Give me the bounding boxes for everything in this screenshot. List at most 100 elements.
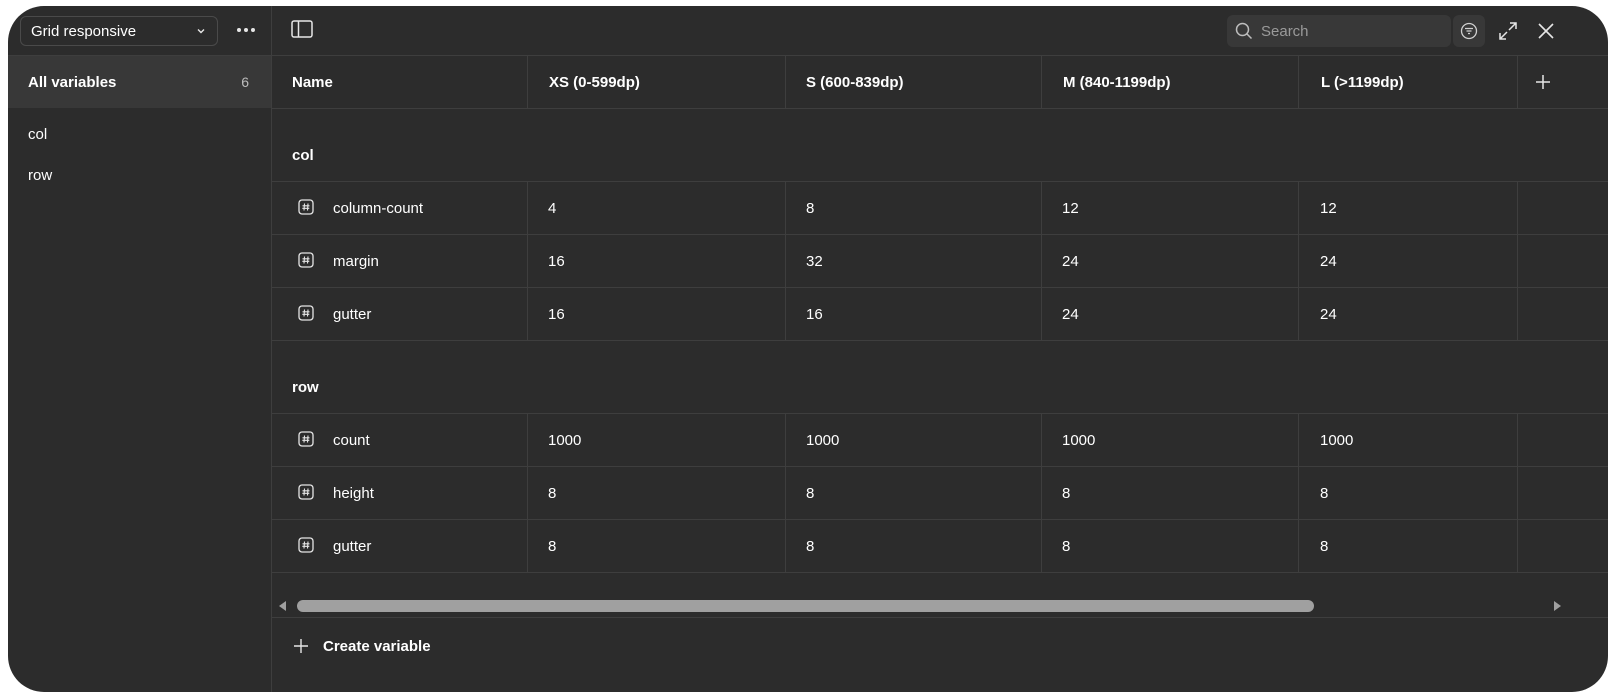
scroll-right-arrow-icon[interactable] <box>1553 600 1563 612</box>
sidebar-item-all-variables[interactable]: All variables 6 <box>8 56 271 108</box>
column-divider <box>1298 235 1299 287</box>
number-variable-icon <box>298 252 314 268</box>
number-variable-icon <box>298 305 314 321</box>
variable-value[interactable]: 24 <box>1320 235 1337 287</box>
scroll-left-arrow-icon[interactable] <box>277 600 287 612</box>
variable-value[interactable]: 1000 <box>1062 414 1095 466</box>
variable-value[interactable]: 8 <box>548 467 556 519</box>
variable-value[interactable]: 8 <box>806 182 814 234</box>
variable-value[interactable]: 8 <box>1320 467 1328 519</box>
filter-icon <box>1460 22 1478 40</box>
variable-value[interactable]: 1000 <box>548 414 581 466</box>
column-divider <box>527 414 528 466</box>
toolbar <box>271 6 1608 56</box>
variable-value[interactable]: 32 <box>806 235 823 287</box>
column-divider <box>1041 414 1042 466</box>
collection-name: Grid responsive <box>31 22 137 40</box>
group-header-row: row <box>271 341 1608 414</box>
chevron-down-icon <box>197 29 205 34</box>
search-input[interactable] <box>1259 21 1433 41</box>
sidebar-item-col[interactable]: col <box>28 126 47 143</box>
number-variable-icon <box>298 431 314 447</box>
scrollbar-thumb[interactable] <box>297 600 1314 612</box>
variable-value[interactable]: 16 <box>806 288 823 340</box>
column-divider <box>785 182 786 234</box>
table-header: Name XS (0-599dp) S (600-839dp) M (840-1… <box>271 56 1608 109</box>
collection-dropdown[interactable]: Grid responsive <box>20 16 218 46</box>
column-divider <box>785 414 786 466</box>
column-header-s[interactable]: S (600-839dp) <box>806 56 904 108</box>
sidebar-toggle-icon[interactable] <box>291 20 313 38</box>
column-divider <box>785 288 786 340</box>
variables-table: Name XS (0-599dp) S (600-839dp) M (840-1… <box>271 56 1608 573</box>
all-variables-count: 6 <box>241 74 249 90</box>
variable-value[interactable]: 8 <box>1062 467 1070 519</box>
plus-icon <box>294 639 308 653</box>
table-row[interactable]: margin 16 32 24 24 <box>271 235 1608 288</box>
more-options-button[interactable] <box>232 20 260 40</box>
variable-value[interactable]: 1000 <box>1320 414 1353 466</box>
column-header-m[interactable]: M (840-1199dp) <box>1063 56 1171 108</box>
variable-value[interactable]: 24 <box>1320 288 1337 340</box>
column-divider <box>527 182 528 234</box>
column-divider <box>785 467 786 519</box>
group-header-row: col <box>271 109 1608 182</box>
sidebar-item-row[interactable]: row <box>28 167 52 184</box>
variable-value[interactable]: 12 <box>1062 182 1079 234</box>
add-column-icon[interactable] <box>1533 72 1553 92</box>
table-row[interactable]: count 1000 1000 1000 1000 <box>271 414 1608 467</box>
create-variable-button[interactable]: Create variable <box>293 634 431 658</box>
search-box[interactable] <box>1227 15 1451 47</box>
column-divider <box>1041 288 1042 340</box>
column-divider <box>1041 235 1042 287</box>
variable-value[interactable]: 16 <box>548 288 565 340</box>
variable-name: margin <box>333 252 379 270</box>
variable-value[interactable]: 8 <box>806 467 814 519</box>
variable-value[interactable]: 8 <box>806 520 814 572</box>
column-divider <box>527 288 528 340</box>
column-divider <box>1298 288 1299 340</box>
column-divider <box>1041 467 1042 519</box>
table-row[interactable]: gutter 8 8 8 8 <box>271 520 1608 573</box>
column-header-xs[interactable]: XS (0-599dp) <box>549 56 640 108</box>
variable-name: count <box>333 431 370 449</box>
column-divider <box>527 520 528 572</box>
footer: Create variable <box>271 617 1608 692</box>
variable-name: gutter <box>333 537 372 555</box>
variable-value[interactable]: 8 <box>1062 520 1070 572</box>
create-variable-label: Create variable <box>323 637 431 655</box>
variable-value[interactable]: 1000 <box>806 414 839 466</box>
filter-button[interactable] <box>1453 15 1485 47</box>
column-divider <box>1517 467 1518 519</box>
expand-icon[interactable] <box>1497 20 1519 42</box>
variable-value[interactable]: 4 <box>548 182 556 234</box>
variables-panel: Grid responsive All variables 6 col row <box>8 6 1608 692</box>
variable-name: height <box>333 484 374 502</box>
table-row[interactable]: column-count 4 8 12 12 <box>271 182 1608 235</box>
horizontal-scrollbar[interactable] <box>271 596 1608 616</box>
column-header-name: Name <box>292 73 333 91</box>
variable-value[interactable]: 8 <box>548 520 556 572</box>
dot-icon <box>251 28 255 32</box>
column-divider <box>1298 467 1299 519</box>
variable-value[interactable]: 8 <box>1320 520 1328 572</box>
table-row[interactable]: height 8 8 8 8 <box>271 467 1608 520</box>
table-row[interactable]: gutter 16 16 24 24 <box>271 288 1608 341</box>
group-title: row <box>292 379 319 396</box>
number-variable-icon <box>298 484 314 500</box>
variable-value[interactable]: 16 <box>548 235 565 287</box>
column-header-l[interactable]: L (>1199dp) <box>1321 56 1404 108</box>
search-icon <box>1235 22 1253 40</box>
column-divider <box>1517 182 1518 234</box>
column-divider <box>1041 520 1042 572</box>
variable-value[interactable]: 12 <box>1320 182 1337 234</box>
column-divider <box>1298 414 1299 466</box>
column-divider <box>1298 182 1299 234</box>
dot-icon <box>244 28 248 32</box>
variable-value[interactable]: 24 <box>1062 235 1079 287</box>
number-variable-icon <box>298 199 314 215</box>
close-icon[interactable] <box>1535 20 1557 42</box>
variable-value[interactable]: 24 <box>1062 288 1079 340</box>
column-divider <box>1041 182 1042 234</box>
group-title: col <box>292 147 314 164</box>
